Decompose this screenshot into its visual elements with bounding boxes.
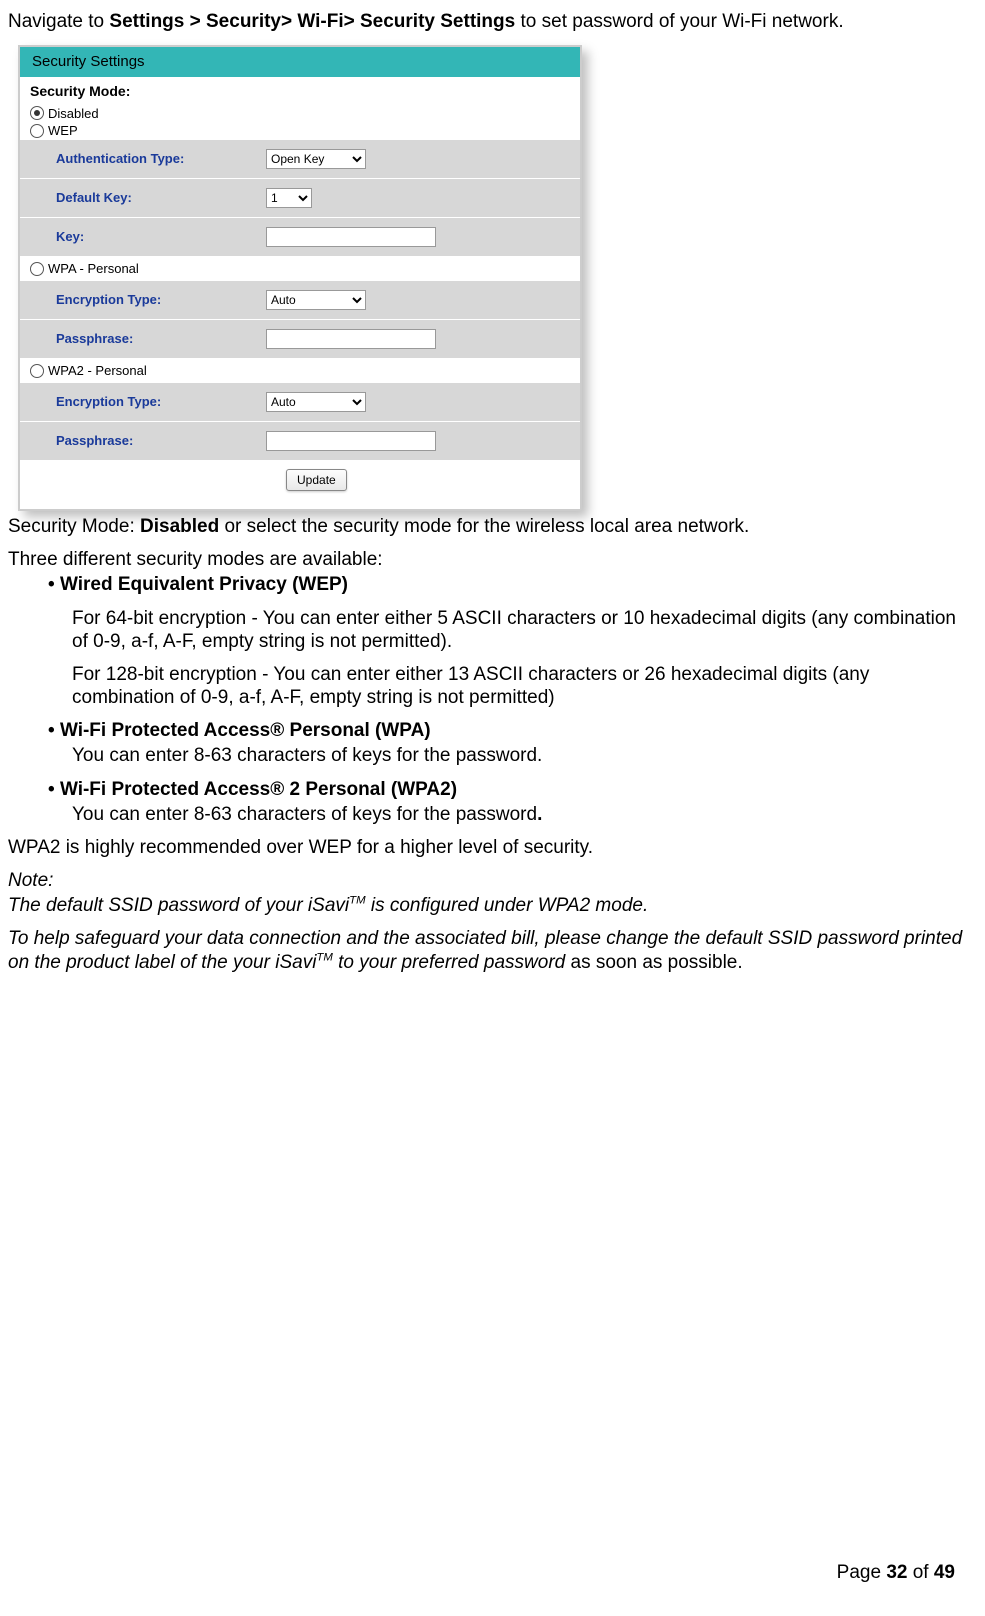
intro-paragraph: Navigate to Settings > Security> Wi-Fi> … [8,10,973,33]
update-button[interactable]: Update [286,469,347,491]
enc-type-label: Encryption Type: [56,394,266,410]
wep-title: Wired Equivalent Privacy (WEP) [48,574,348,595]
intro-path: Settings > Security> Wi-Fi> Security Set… [109,11,515,32]
radio-icon [30,106,44,120]
page-footer: Page 32 of 49 [837,1561,955,1584]
radio-icon [30,124,44,138]
wpa2-p1: You can enter 8-63 characters of keys fo… [72,803,973,826]
radio-icon [30,262,44,276]
row-key: Key: [20,218,580,257]
wpa-block: Wi-Fi Protected Access® Personal (WPA) [48,719,973,742]
modes-intro: Three different security modes are avail… [8,548,973,571]
note-line1: The default SSID password of your iSaviT… [8,894,973,917]
enc-type-label: Encryption Type: [56,292,266,308]
radio-label: Disabled [48,106,99,122]
row-auth-type: Authentication Type: Open Key [20,140,580,179]
wep-p1: For 64-bit encryption - You can enter ei… [72,607,973,653]
row-passphrase-wpa2: Passphrase: [20,422,580,461]
row-passphrase-wpa: Passphrase: [20,320,580,359]
wpa2-title: Wi-Fi Protected Access® 2 Personal (WPA2… [48,779,457,800]
enc-type-select[interactable]: Auto [266,290,366,310]
wpa2-block: Wi-Fi Protected Access® 2 Personal (WPA2… [48,778,973,801]
intro-suffix: to set password of your Wi-Fi network. [515,11,843,32]
default-key-select[interactable]: 1 [266,188,312,208]
row-enc-type-wpa: Encryption Type: Auto [20,281,580,320]
radio-disabled[interactable]: Disabled [30,105,570,123]
passphrase-input-2[interactable] [266,431,436,451]
recommendation: WPA2 is highly recommended over WEP for … [8,836,973,859]
key-input[interactable] [266,227,436,247]
intro-prefix: Navigate to [8,11,109,32]
radio-wpa[interactable]: WPA - Personal [30,257,570,281]
security-settings-panel: Security Settings Security Mode: Disable… [18,45,582,511]
enc-type-select-2[interactable]: Auto [266,392,366,412]
passphrase-label: Passphrase: [56,331,266,347]
note-line2: To help safeguard your data connection a… [8,927,973,973]
passphrase-input[interactable] [266,329,436,349]
radio-wep[interactable]: WEP [30,122,570,140]
auth-type-select[interactable]: Open Key [266,149,366,169]
radio-label: WEP [48,123,78,139]
panel-title: Security Settings [20,47,580,77]
row-default-key: Default Key: 1 [20,179,580,218]
radio-label: WPA - Personal [48,261,139,277]
radio-label: WPA2 - Personal [48,363,147,379]
wep-p2: For 128-bit encryption - You can enter e… [72,663,973,709]
passphrase-label: Passphrase: [56,433,266,449]
wpa-title: Wi-Fi Protected Access® Personal (WPA) [48,720,431,741]
wpa-p1: You can enter 8-63 characters of keys fo… [72,744,973,767]
radio-icon [30,364,44,378]
auth-type-label: Authentication Type: [56,151,266,167]
wep-block: Wired Equivalent Privacy (WEP) [48,573,973,596]
note-head: Note: [8,869,973,892]
default-key-label: Default Key: [56,190,266,206]
key-label: Key: [56,229,266,245]
row-enc-type-wpa2: Encryption Type: Auto [20,383,580,422]
radio-wpa2[interactable]: WPA2 - Personal [30,359,570,383]
security-mode-desc: Security Mode: Disabled or select the se… [8,515,973,538]
security-mode-label: Security Mode: [30,83,570,100]
